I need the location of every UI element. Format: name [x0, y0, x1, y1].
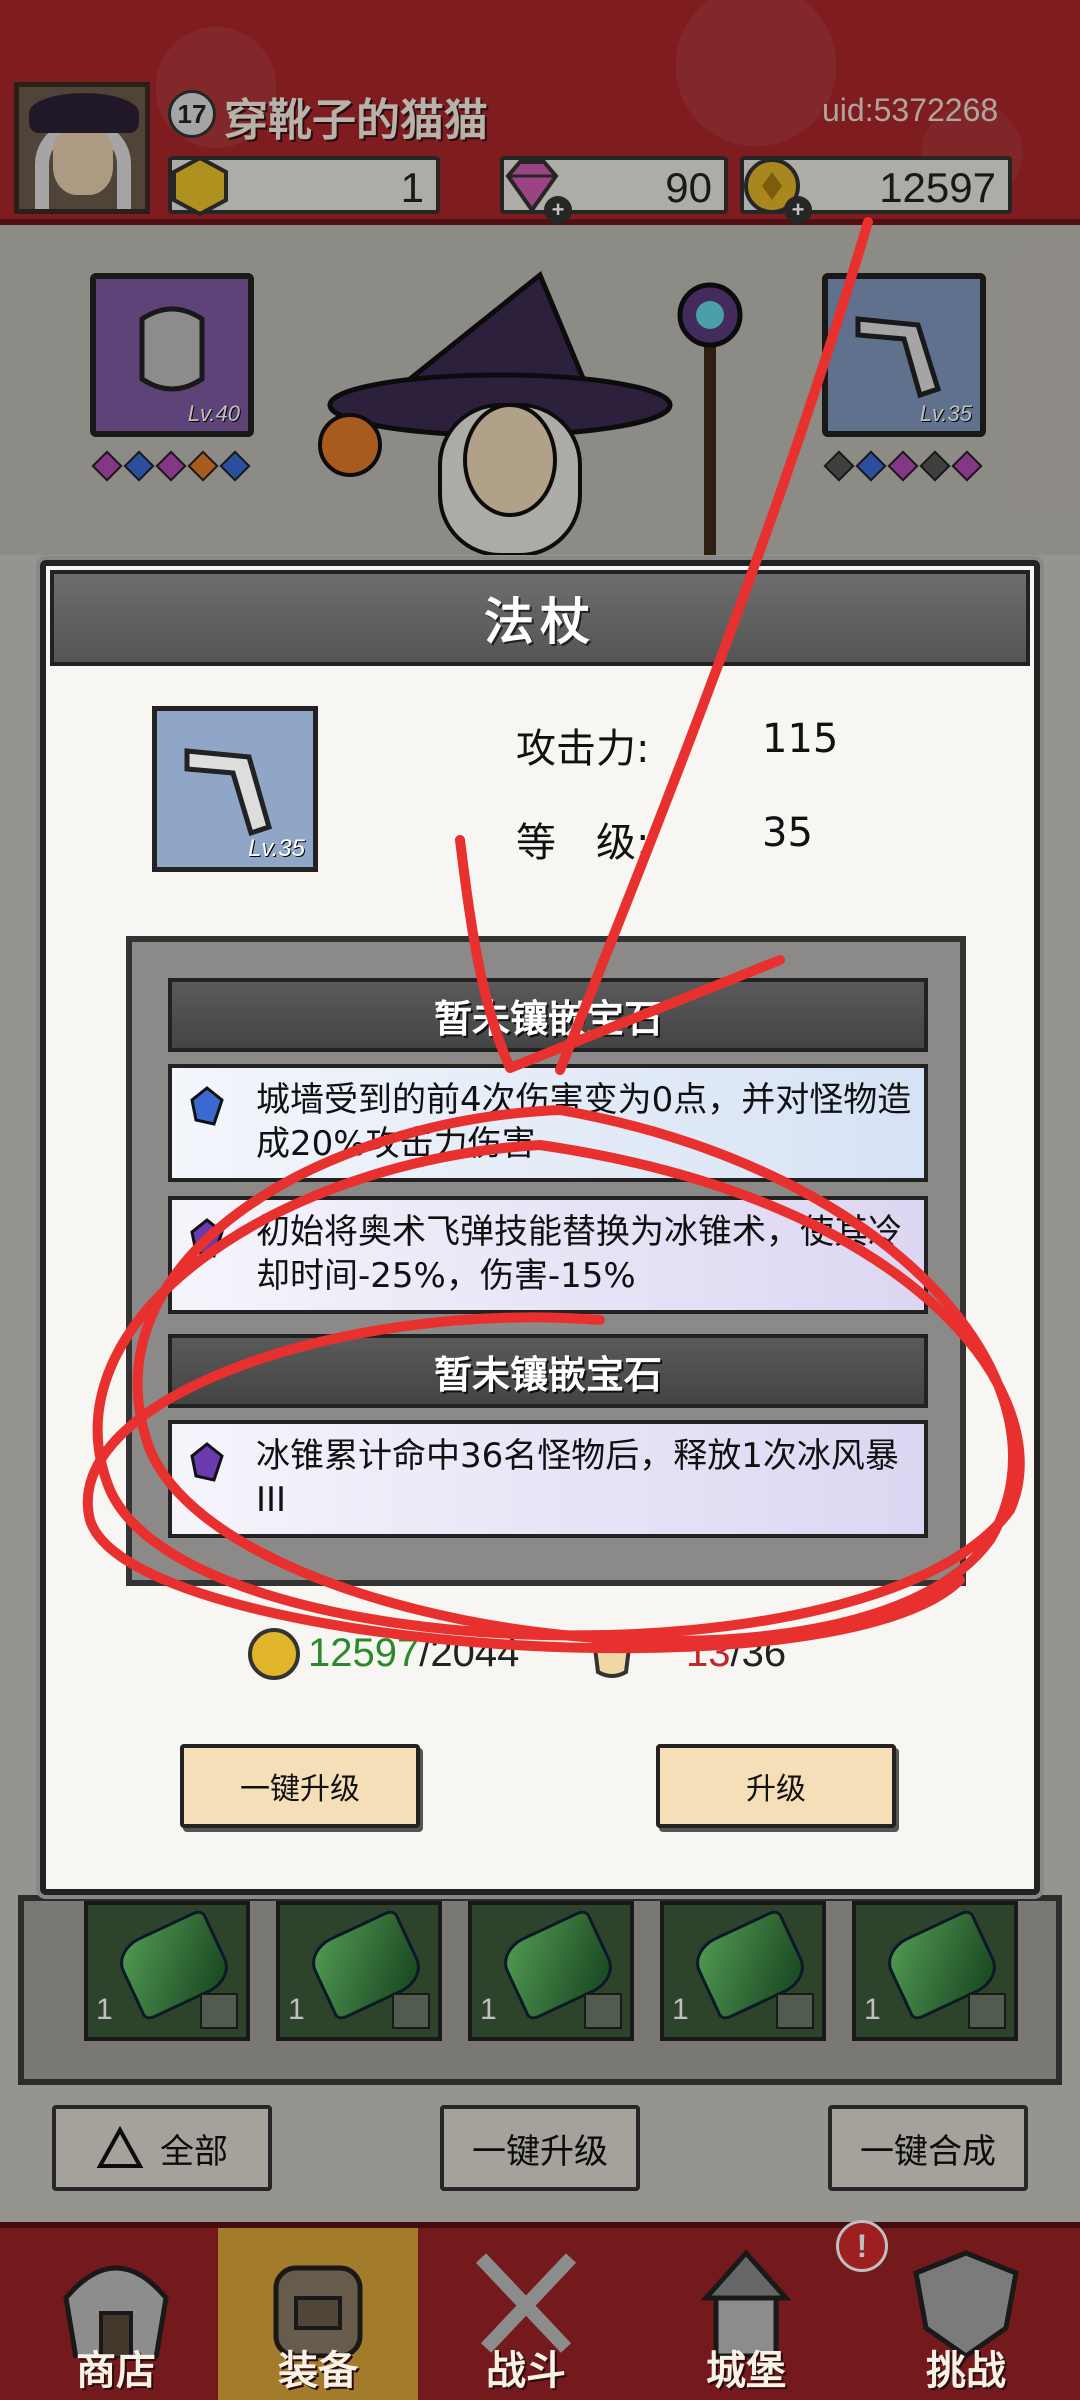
purple-gem-icon: [190, 1218, 224, 1258]
gem-effect-text: 城墙受到的前4次伤害变为0点，并对怪物造成20%攻击力伤害: [256, 1080, 912, 1164]
gem-slot-header[interactable]: 暂未镶嵌宝石: [168, 978, 928, 1052]
attack-value: 115: [762, 716, 839, 762]
upgrade-button[interactable]: 升级: [656, 1744, 896, 1828]
gem-effect-text: 初始将奥术飞弹技能替换为冰锥术，使其冷却时间-25%，伤害-15%: [256, 1212, 902, 1296]
nav-label: 挑战: [926, 2348, 1006, 2394]
nav-label: 战斗: [486, 2348, 566, 2394]
nav-label: 城堡: [706, 2348, 786, 2394]
grade-label: 等 级:: [516, 820, 650, 866]
scroll-cost: 13/36: [686, 1631, 786, 1676]
gem-effect-text: 冰锥累计命中36名怪物后，释放1次冰风暴III: [256, 1436, 899, 1520]
coin-cost: 12597/2044: [308, 1631, 519, 1676]
modal-title-bar: 法杖: [50, 570, 1030, 666]
blue-gem-icon: [190, 1086, 224, 1126]
item-detail-modal: 法杖 Lv.35 攻击力: 115 等 级: 35 暂未镶嵌宝石 城墙受到的前4…: [40, 560, 1040, 1895]
item-icon-staff: Lv.35: [152, 706, 318, 872]
coin-have: 12597: [308, 1631, 420, 1675]
purple-gem-icon: [190, 1442, 224, 1482]
attack-label: 攻击力:: [516, 726, 650, 772]
gold-coin-icon: [248, 1628, 300, 1680]
gem-slot-header[interactable]: 暂未镶嵌宝石: [168, 1334, 928, 1408]
item-level: Lv.35: [248, 835, 305, 862]
scroll-icon: [591, 1633, 633, 1678]
scroll-have: 13: [686, 1631, 731, 1675]
nav-label: 装备: [278, 2348, 358, 2394]
coin-need: /2044: [419, 1631, 520, 1675]
modal-title: 法杖: [484, 593, 596, 651]
scroll-need: /36: [730, 1631, 787, 1675]
gem-effect-row: 冰锥累计命中36名怪物后，释放1次冰风暴III: [168, 1420, 928, 1538]
gem-socket-panel: 暂未镶嵌宝石 城墙受到的前4次伤害变为0点，并对怪物造成20%攻击力伤害 初始将…: [126, 936, 966, 1586]
gem-effect-row: 初始将奥术飞弹技能替换为冰锥术，使其冷却时间-25%，伤害-15%: [168, 1196, 928, 1314]
nav-label: 商店: [76, 2348, 156, 2394]
one-click-upgrade-button[interactable]: 一键升级: [180, 1744, 420, 1828]
grade-value: 35: [762, 810, 813, 856]
gem-effect-row: 城墙受到的前4次伤害变为0点，并对怪物造成20%攻击力伤害: [168, 1064, 928, 1182]
